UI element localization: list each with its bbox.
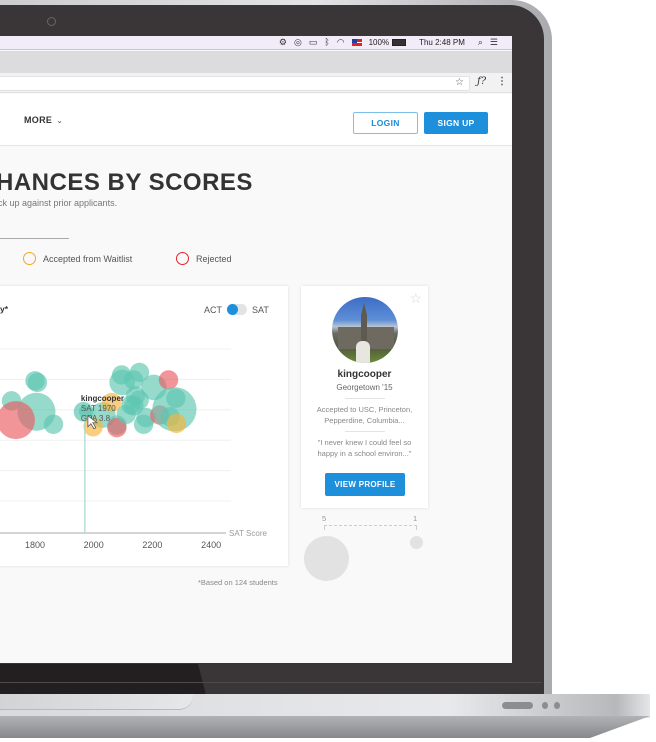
extension-icon[interactable]: ƒ? [477, 76, 486, 87]
battery-percent: 100% [368, 38, 390, 47]
divider [345, 398, 385, 399]
x-tick-label: 2000 [84, 540, 104, 550]
x-tick-label: 2200 [142, 540, 162, 550]
port-dot-icon [542, 702, 548, 709]
tooltip-line: kingcooper [81, 394, 124, 403]
profile-quote: "I never knew I could feel so happy in a… [317, 438, 412, 458]
site-navbar: MORE ⌄ LOGIN SIGN UP [0, 94, 512, 146]
battery-icon [392, 39, 407, 46]
tooltip-line: SAT 1970 [81, 404, 116, 413]
page-subtitle: ck up against prior applicants. [0, 198, 118, 208]
battery-status[interactable]: 100% [368, 38, 407, 47]
bluetooth-icon[interactable]: ᛒ [324, 38, 329, 47]
nav-more-label: MORE [24, 115, 53, 125]
waitlist-ring-icon [23, 252, 36, 265]
data-point-accepted[interactable] [43, 414, 64, 434]
port-icon [502, 702, 533, 709]
creative-cloud-icon[interactable]: ◎ [294, 38, 302, 47]
browser-menu-icon[interactable]: ⋮ [497, 76, 507, 87]
notification-center-icon[interactable]: ☰ [490, 38, 498, 47]
size-legend-large-circle [304, 536, 349, 581]
view-profile-button[interactable]: VIEW PROFILE [325, 473, 405, 496]
nav-more-menu[interactable]: MORE ⌄ [24, 115, 63, 125]
us-flag-icon[interactable] [351, 39, 362, 46]
login-button[interactable]: LOGIN [353, 112, 418, 134]
laptop-base-bottom [0, 716, 650, 738]
bookmark-star-icon[interactable]: ☆ [455, 77, 464, 88]
browser-tabstrip [0, 51, 512, 73]
avatar[interactable] [332, 297, 398, 363]
favorite-star-icon[interactable]: ☆ [409, 290, 422, 307]
tab-underline [0, 238, 69, 239]
scatter-chart: SAT Score1800 2000 2200 2400 kingcooperSAT … [0, 348, 267, 550]
chevron-down-icon: ⌄ [56, 115, 64, 125]
chart-axis: SAT Score 1800 2000 2200 2400 [0, 529, 267, 550]
data-point-accepted[interactable] [27, 372, 48, 393]
bezel-reflection [0, 664, 206, 695]
camera-icon [47, 17, 56, 26]
legend-item-waitlist[interactable]: Accepted from Waitlist [23, 252, 132, 265]
legend-label: Accepted from Waitlist [43, 253, 133, 264]
profile-accepted: Accepted to USC, Princeton, Pepperdine, … [316, 405, 413, 425]
laptop-mockup: ⚙ ◎ ▭ ᛒ ◠ 100% Thu 2:48 PM ⌕ ☰ ☆ ƒ? ⋮ MO… [0, 0, 656, 742]
signup-button[interactable]: SIGN UP [424, 112, 488, 134]
size-legend: 5 1 [301, 514, 428, 584]
x-tick-label: 2400 [201, 540, 221, 550]
bezel-edge [0, 682, 542, 683]
profile-school: Georgetown '15 [336, 383, 393, 392]
legend-label: Rejected [196, 253, 232, 264]
mac-menubar: ⚙ ◎ ▭ ᛒ ◠ 100% Thu 2:48 PM ⌕ ☰ [0, 36, 512, 50]
chart-footnote: *Based on 124 students [198, 578, 278, 587]
airplay-icon[interactable]: ▭ [309, 38, 318, 47]
data-point-waitlist[interactable] [166, 413, 187, 434]
screen: ⚙ ◎ ▭ ᛒ ◠ 100% Thu 2:48 PM ⌕ ☰ ☆ ƒ? ⋮ MO… [0, 36, 512, 663]
profile-name: kingcooper [337, 369, 392, 380]
rejected-ring-icon [176, 252, 189, 265]
status-gear-icon[interactable]: ⚙ [279, 38, 287, 47]
chart-card: y* ACT SAT SAT Score 1800 2000 2200 2400 kin… [0, 286, 288, 566]
profile-card: ☆ kingcooper Georgetown '15 Accepted to … [301, 286, 428, 508]
spotlight-search-icon[interactable]: ⌕ [478, 38, 483, 47]
size-legend-max: 5 [322, 514, 327, 523]
address-bar[interactable]: ☆ [0, 76, 470, 91]
port-dot-icon [554, 702, 560, 709]
page-title: HANCES BY SCORES [0, 169, 253, 196]
legend-item-rejected[interactable]: Rejected [176, 252, 232, 265]
laptop-notch [0, 694, 193, 710]
browser-toolbar: ☆ ƒ? ⋮ [0, 73, 512, 93]
data-point-rejected[interactable] [158, 370, 179, 390]
x-axis-label: SAT Score [229, 529, 267, 538]
size-legend-small-circle [410, 536, 423, 549]
chart-tooltip: kingcooperSAT 1970GPA 3.8 [73, 394, 124, 533]
size-legend-bracket [324, 525, 417, 530]
wifi-icon[interactable]: ◠ [337, 38, 345, 47]
x-tick-label: 1800 [25, 540, 45, 550]
divider [345, 431, 385, 432]
clock[interactable]: Thu 2:48 PM [419, 38, 465, 47]
size-legend-min: 1 [413, 514, 418, 523]
